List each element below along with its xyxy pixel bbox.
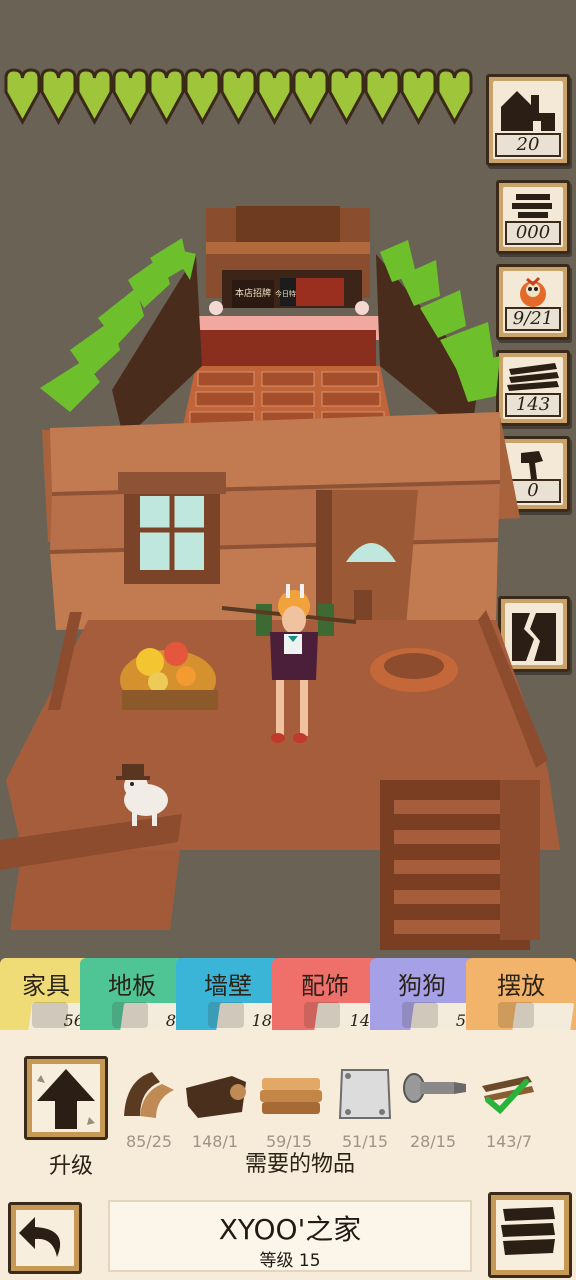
heart-icon: [40, 68, 77, 126]
upgrade-label: 升级: [48, 1154, 93, 1179]
tab-wall[interactable]: 墙壁 18: [176, 958, 280, 1036]
heart-icon: [112, 68, 149, 126]
heart-icon: [76, 68, 113, 126]
heart-icon: [4, 68, 41, 126]
metal-plate-icon: [338, 1069, 392, 1119]
tab-sofa[interactable]: 家具 56: [0, 958, 92, 1036]
category-tabs: 家具 56 地板 8 墙壁 18 配饰 14 狗狗 5 摆放: [0, 958, 576, 1042]
house-name-box: XYOO'之家 等级 15: [108, 1200, 472, 1272]
heart-icon: [256, 68, 293, 126]
house-level: 等级 15: [259, 1251, 321, 1271]
undo-arrow-icon: [19, 1217, 61, 1257]
tab-label: 地板: [108, 972, 156, 1000]
heart-icon: [148, 68, 185, 126]
stall-sign-left: 本店招牌: [235, 287, 271, 299]
wall-icon: [208, 1002, 244, 1028]
wood-planks-check-icon: [482, 1076, 534, 1115]
stack-menu-icon: [501, 1207, 555, 1255]
game-scene[interactable]: 本店招牌 今日特价: [0, 150, 576, 960]
dog-icon: [402, 1002, 438, 1028]
tab-floor[interactable]: 地板 8: [80, 958, 184, 1036]
log-icon: [186, 1076, 246, 1118]
house-wall: [49, 412, 501, 652]
sofa-icon: [32, 1002, 68, 1028]
tab-count: 18: [251, 1011, 272, 1030]
dog-bed[interactable]: [370, 648, 458, 692]
upgrade-button[interactable]: [24, 1056, 108, 1140]
required-item-metal-plate[interactable]: 51/15: [334, 1066, 396, 1156]
heart-icon: [328, 68, 365, 126]
tab-count: 14: [349, 1011, 370, 1030]
screw-icon: [403, 1073, 466, 1103]
tab-dog[interactable]: 狗狗 5: [370, 958, 474, 1036]
tab-label: 配饰: [301, 972, 349, 1000]
tab-label: 狗狗: [398, 972, 446, 1000]
house-icon: [501, 91, 555, 131]
required-item-log[interactable]: 148/1: [184, 1066, 246, 1156]
heart-icon: [364, 68, 401, 126]
flower-icon: [304, 1002, 340, 1028]
tab-flower[interactable]: 配饰 14: [272, 958, 378, 1036]
tab-label: 家具: [22, 972, 70, 1000]
required-item-screw[interactable]: 28/15: [402, 1066, 466, 1156]
floor-icon: [112, 1002, 148, 1028]
house-name: XYOO'之家: [218, 1213, 362, 1246]
tab-label: 墙壁: [204, 972, 252, 1000]
required-items-label: 需要的物品: [244, 1152, 355, 1177]
tab-label: 摆放: [497, 972, 545, 1000]
menu-button[interactable]: [488, 1192, 572, 1278]
tab-place[interactable]: 摆放: [466, 958, 576, 1036]
tab-count: 5: [455, 1011, 466, 1030]
heart-icon: [184, 68, 221, 126]
heart-icon: [436, 68, 473, 126]
wood-beam-icon: [124, 1072, 174, 1118]
tab-count: 8: [165, 1011, 176, 1030]
health-hearts: [4, 66, 474, 130]
place-icon: [498, 1002, 534, 1028]
required-item-wood-beam[interactable]: 85/25: [118, 1066, 180, 1156]
heart-icon: [220, 68, 257, 126]
back-button[interactable]: [8, 1202, 82, 1274]
required-item-wood-planks[interactable]: 143/7: [478, 1066, 540, 1156]
arrow-up-icon: [37, 1069, 95, 1129]
required-item-plank-stack[interactable]: 59/15: [258, 1066, 322, 1156]
heart-icon: [400, 68, 437, 126]
plank-stack-icon: [260, 1078, 322, 1114]
heart-icon: [292, 68, 329, 126]
